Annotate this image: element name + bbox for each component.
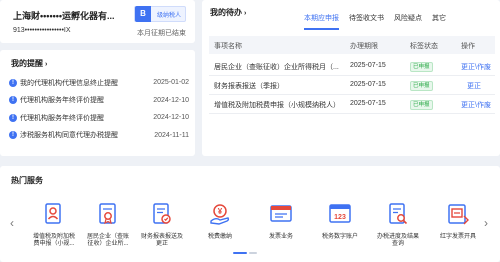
certificate-document-icon	[99, 203, 116, 225]
tab-pending-documents[interactable]: 待签收文书	[349, 13, 384, 30]
company-card: 上海财•••••••运孵化器有... 913••••••••••••••••IX…	[0, 0, 195, 43]
status-badge: 已申报	[410, 100, 433, 110]
services-title: 热门服务	[11, 176, 43, 185]
service-enterprise-income-tax[interactable]: 居民企业（查账 征收）企业所...	[82, 202, 134, 248]
list-item[interactable]: ! 代理机构服务年终评价提醒 2024-12-10	[9, 92, 189, 110]
chevron-left-icon[interactable]: ‹	[10, 216, 14, 230]
company-tax-id: 913••••••••••••••••IX	[13, 27, 71, 34]
service-vat-declaration[interactable]: 增值税及附加税 费申报（小规...	[28, 202, 80, 248]
taxpayer-level-letter: B	[135, 6, 151, 22]
hot-services-card: 热门服务 ‹ › 增值税及附加税 费申报（小规... 居民企业（查账 征收）企业…	[0, 166, 500, 262]
person-document-icon	[45, 203, 61, 224]
period-status: 本月征期已结束	[137, 30, 186, 37]
info-icon: !	[9, 131, 17, 140]
service-tax-payment[interactable]: ¥ 税费缴纳	[196, 202, 244, 241]
pager-dot-active[interactable]	[233, 252, 247, 254]
table-row: 增值税及附加税费申报（小规模纳税人） 2025-07-15 已申报 更正\作废	[209, 95, 495, 114]
chevron-right-icon: ›	[244, 10, 247, 17]
svg-text:¥: ¥	[218, 207, 223, 216]
service-financial-report[interactable]: 财务报表报送及 更正	[136, 202, 188, 248]
service-progress-query[interactable]: 办税进度及结果 查询	[372, 202, 424, 248]
list-item[interactable]: ! 代理机构服务年终评价提醒 2024-12-10	[9, 109, 189, 127]
service-red-invoice[interactable]: 红字发票开具	[434, 202, 482, 241]
info-icon: !	[9, 96, 17, 105]
progress-query-icon	[389, 203, 408, 225]
company-name: 上海财•••••••运孵化器有...	[13, 11, 115, 21]
svg-text:123: 123	[334, 214, 346, 221]
todo-card: 我的待办 › 本期应申报 待签收文书 风险疑点 其它 事项名称 办理期限 标签状态…	[202, 0, 500, 156]
info-icon: !	[9, 113, 17, 122]
service-invoice[interactable]: 发票业务	[257, 202, 305, 241]
tab-risk-doubts[interactable]: 风险疑点	[394, 13, 422, 30]
status-badge: 已申报	[410, 62, 433, 72]
services-pager	[233, 252, 259, 254]
todo-tabs: 本期应申报 待签收文书 风险疑点 其它	[304, 13, 456, 30]
info-icon: !	[9, 78, 17, 87]
pager-dot[interactable]	[249, 252, 257, 254]
tab-current-declaration[interactable]: 本期应申报	[304, 13, 339, 30]
chevron-right-icon[interactable]: ›	[484, 216, 488, 230]
list-item[interactable]: ! 涉税服务机构同意代理办税提醒 2024-11-11	[9, 127, 189, 145]
digital-account-icon: 123	[329, 204, 351, 223]
table-header: 事项名称 办理期限 标签状态 操作	[209, 36, 495, 54]
service-digital-account[interactable]: 123 税务数字账户	[316, 202, 364, 241]
reminders-card: 我的提醒 › ! 我的代理机构代理信息终止提醒 2025-01-02 ! 代理机构…	[0, 50, 195, 156]
list-item[interactable]: ! 我的代理机构代理信息终止提醒 2025-01-02	[9, 74, 189, 92]
tab-other[interactable]: 其它	[432, 13, 446, 30]
taxpayer-level-text: 级纳税人	[157, 13, 182, 19]
table-row: 居民企业（查账征收）企业所得税月（... 2025-07-15 已申报 更正\作…	[209, 57, 495, 76]
reminders-title[interactable]: 我的提醒 ›	[11, 58, 47, 69]
chevron-right-icon: ›	[45, 61, 48, 68]
correct-link[interactable]: 更正	[467, 81, 481, 91]
report-document-icon	[153, 203, 171, 224]
reminders-list: ! 我的代理机构代理信息终止提醒 2025-01-02 ! 代理机构服务年终评价…	[9, 74, 189, 144]
red-invoice-icon	[448, 204, 469, 225]
correct-void-link[interactable]: 更正\作废	[461, 100, 491, 110]
status-badge: 已申报	[410, 81, 433, 91]
table-row: 财务报表报送（季报） 2025-07-15 已申报 更正	[209, 76, 495, 95]
tax-payment-icon: ¥	[210, 204, 230, 225]
todo-title[interactable]: 我的待办 ›	[210, 7, 246, 18]
correct-void-link[interactable]: 更正\作废	[461, 62, 491, 72]
invoice-icon	[270, 205, 292, 222]
taxpayer-level-badge: B 级纳税人	[134, 6, 186, 22]
